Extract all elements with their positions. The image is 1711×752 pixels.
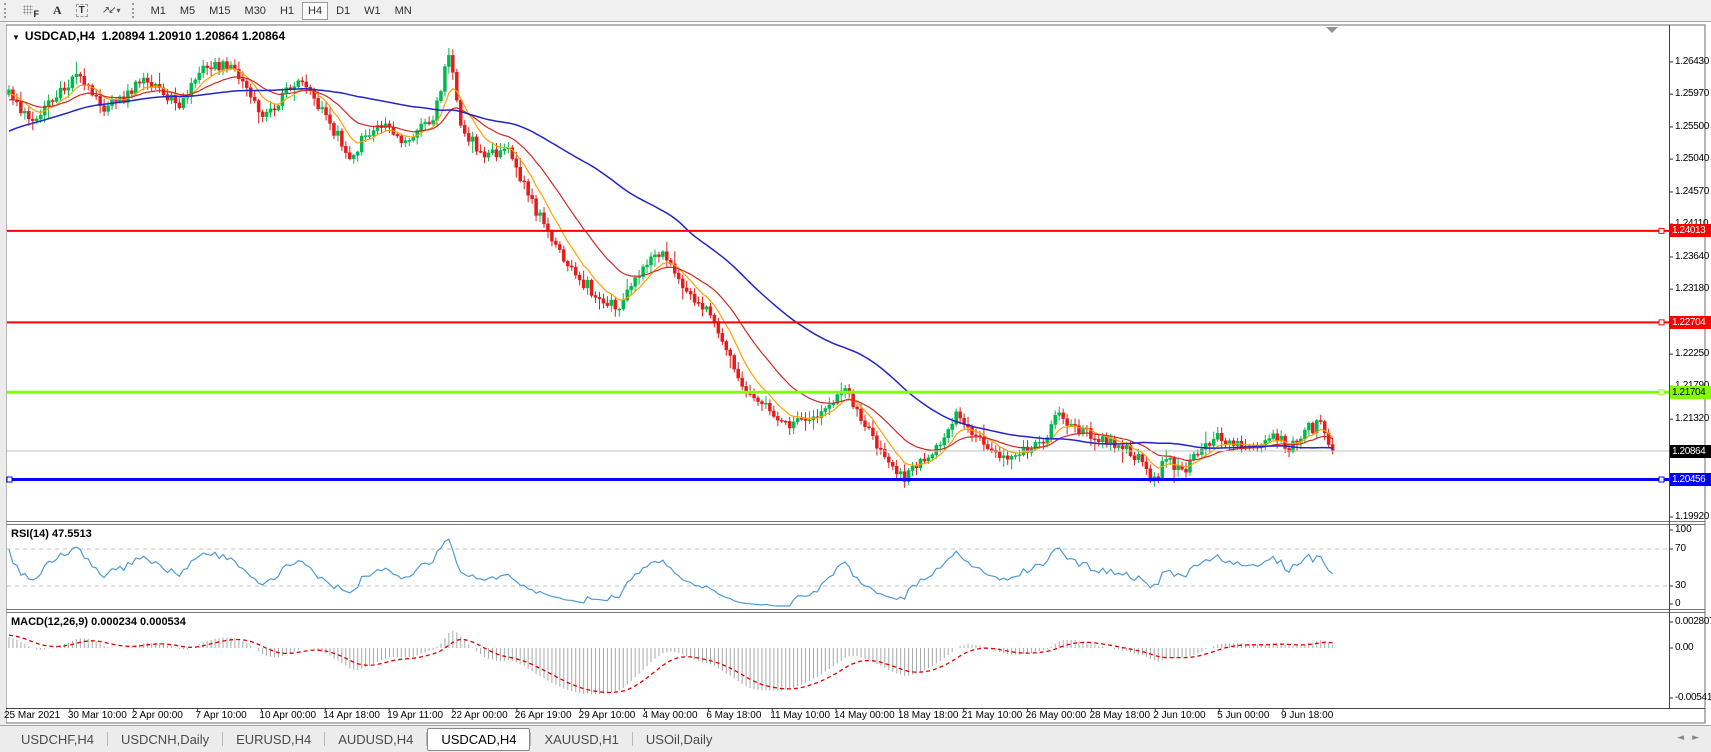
price-tick-label: 1.23180 [1675,283,1709,294]
date-label: 26 May 00:00 [1026,710,1087,721]
date-label: 11 May 10:00 [770,710,830,721]
fibonacci-tool-button[interactable]: F [17,2,45,20]
date-label: 28 May 18:00 [1089,710,1150,721]
level-price-tag: 1.24013 [1670,224,1711,237]
price-tick-label: 1.24570 [1675,186,1709,197]
date-label: 2 Apr 00:00 [132,710,183,721]
fibonacci-icon: F [23,4,39,18]
timeframe-button-m15[interactable]: M15 [203,2,236,20]
chart-title-symbol: USDCAD,H4 [25,29,95,43]
price-tick-label: 1.23640 [1675,251,1709,262]
date-label: 9 Jun 18:00 [1281,710,1333,721]
date-label: 6 May 18:00 [706,710,761,721]
rsi-label: RSI(14) 47.5513 [11,528,92,540]
date-label: 2 Jun 10:00 [1153,710,1205,721]
chart-plot-area[interactable] [7,26,1669,520]
chart-tab-usoil-daily[interactable]: USOil,Daily [633,729,725,749]
chart-tab-eurusd-h4[interactable]: EURUSD,H4 [223,729,324,749]
price-tick-label: 1.25970 [1675,88,1709,99]
symbol-dropdown-icon[interactable]: ▼ [12,33,20,42]
price-tick-label: 1.19920 [1675,511,1709,522]
price-tick-label: 1.25040 [1675,153,1709,164]
chart-tab-usdcad-h4[interactable]: USDCAD,H4 [427,728,530,751]
rsi-scale-label: 70 [1675,543,1686,554]
timeframe-button-w1[interactable]: W1 [358,2,387,20]
date-label: 26 Apr 19:00 [515,710,572,721]
price-tick-label: 1.21320 [1675,413,1709,424]
rsi-scale-label: 100 [1675,524,1692,535]
macd-values: 0.000234 0.000534 [91,616,186,628]
date-label: 30 Mar 10:00 [68,710,127,721]
date-label: 25 Mar 2021 [4,710,60,721]
rsi-value: 47.5513 [52,528,92,540]
chart-tab-bar: USDCHF,H4USDCNH,DailyEURUSD,H4AUDUSD,H4U… [0,725,1711,752]
level-price-tag: 1.20456 [1670,473,1711,486]
date-label: 19 Apr 11:00 [387,710,443,721]
tab-scroll-arrows[interactable]: ◄► [1677,733,1707,743]
date-label: 18 May 18:00 [898,710,959,721]
date-label: 21 May 10:00 [962,710,1023,721]
macd-scale-label: 0.002807 [1675,616,1711,627]
macd-label: MACD(12,26,9) 0.000234 0.000534 [11,616,186,628]
chart-title: ▼ USDCAD,H4 1.20894 1.20910 1.20864 1.208… [12,29,285,43]
date-label: 7 Apr 10:00 [196,710,247,721]
timeframe-button-h4[interactable]: H4 [302,2,328,20]
text-label-tool-button[interactable]: A [47,2,68,20]
date-label: 29 Apr 10:00 [579,710,636,721]
date-label: 10 Apr 00:00 [259,710,316,721]
shapes-tool-button[interactable]: ↗↙ ▾ [96,2,127,20]
text-label-icon: A [53,3,62,18]
date-label: 14 May 00:00 [834,710,895,721]
timeframe-button-m5[interactable]: M5 [174,2,201,20]
timeframe-button-m30[interactable]: M30 [239,2,272,20]
chart-tab-xauusd-h1[interactable]: XAUUSD,H1 [531,729,631,749]
window-left-frame [0,22,6,725]
mt4-chart-screen: F A T ↗↙ ▾ M1M5M15M30H1H4D1W1MN ▼ USDCAD,… [0,0,1711,752]
chart-tab-usdcnh-daily[interactable]: USDCNH,Daily [108,729,222,749]
text-icon: T [76,4,88,17]
current-price-tag: 1.20864 [1670,445,1711,458]
tab-scroll-right-icon: ► [1692,733,1707,743]
level-price-tag: 1.21704 [1670,386,1711,399]
date-label: 4 May 00:00 [643,710,698,721]
timeframe-button-m1[interactable]: M1 [145,2,172,20]
price-tick-label: 1.22250 [1675,348,1709,359]
price-tick-label: 1.25500 [1675,121,1709,132]
toolbar-grip-2[interactable] [132,3,138,18]
macd-scale-label: -0.005418 [1675,692,1711,703]
chevron-down-icon: ▾ [117,6,121,15]
tab-scroll-left-icon: ◄ [1677,733,1692,743]
toolbar-grip[interactable] [4,3,10,18]
text-tool-button[interactable]: T [70,2,94,20]
timeframe-button-mn[interactable]: MN [389,2,418,20]
macd-histogram [9,631,1333,694]
macd-scale-label: 0.00 [1675,642,1693,653]
arrows-icon: ↗↙ [102,5,115,16]
chart-title-ohlc: 1.20894 1.20910 1.20864 1.20864 [102,29,286,43]
chart-tab-usdchf-h4[interactable]: USDCHF,H4 [8,729,107,749]
date-label: 22 Apr 00:00 [451,710,508,721]
top-toolbar: F A T ↗↙ ▾ M1M5M15M30H1H4D1W1MN [0,0,1711,22]
rsi-scale-label: 30 [1675,580,1686,591]
price-tick-label: 1.26430 [1675,56,1709,67]
date-label: 5 Jun 00:00 [1217,710,1269,721]
chart-tab-audusd-h4[interactable]: AUDUSD,H4 [325,729,426,749]
date-label: 14 Apr 18:00 [323,710,380,721]
timeframe-group: M1M5M15M30H1H4D1W1MN [144,2,419,20]
rsi-scale-label: 0 [1675,598,1681,609]
timeframe-button-d1[interactable]: D1 [330,2,356,20]
level-price-tag: 1.22704 [1670,316,1711,329]
timeframe-button-h1[interactable]: H1 [274,2,300,20]
